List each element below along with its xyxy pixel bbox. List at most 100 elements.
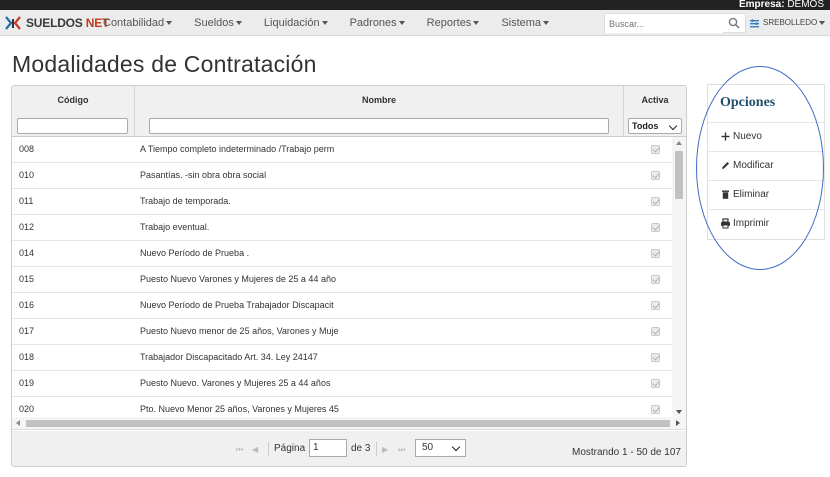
active-checkbox: [651, 197, 660, 206]
cell-name: A Tiempo completo indeterminado /Trabajo…: [140, 144, 335, 154]
scroll-right-icon[interactable]: [676, 420, 680, 426]
grid-body: 008 A Tiempo completo indeterminado /Trab…: [12, 137, 672, 417]
menu-sistema[interactable]: Sistema: [490, 10, 560, 36]
menu-label: Reportes: [426, 17, 472, 29]
filter-active-select[interactable]: Todos: [628, 118, 682, 134]
cell-name: Nuevo Período de Prueba .: [140, 248, 250, 258]
next-page-icon[interactable]: ▶: [382, 445, 388, 454]
navbar: SUELDOS NET Contabilidad Sueldos Liquida…: [0, 10, 830, 36]
company-name: DEMOS: [787, 0, 824, 10]
cell-code: 010: [19, 170, 35, 180]
first-page-icon[interactable]: ⏮: [236, 445, 243, 455]
active-checkbox: [651, 171, 660, 180]
table-row[interactable]: 012 Trabajo eventual.: [12, 215, 672, 241]
cell-code: 015: [19, 274, 35, 284]
caret-down-icon: [166, 21, 173, 26]
company-bar: Empresa: DEMOS: [0, 0, 830, 10]
table-row[interactable]: 010 Pasantías. -sin obra obra social: [12, 163, 672, 189]
record-count: Mostrando 1 - 50 de 107: [572, 447, 681, 458]
table-row[interactable]: 020 Pto. Nuevo Menor 25 años, Varones y M…: [12, 397, 672, 417]
user-name: SREBOLLEDO: [763, 18, 818, 27]
option-edit-button[interactable]: Modificar: [708, 151, 824, 180]
prev-page-icon[interactable]: ◀: [252, 445, 258, 454]
cell-name: Nuevo Período de Prueba Trabajador Disca…: [140, 300, 334, 310]
vertical-scroll-thumb[interactable]: [675, 151, 683, 199]
table-row[interactable]: 016 Nuevo Período de Prueba Trabajador Di…: [12, 293, 672, 319]
cell-name: Trabajo de temporada.: [140, 196, 231, 206]
page-title: Modalidades de Contratación: [12, 51, 317, 77]
active-checkbox: [651, 145, 660, 154]
active-checkbox: [651, 301, 660, 310]
option-new-button[interactable]: Nuevo: [708, 122, 824, 151]
cell-name: Pasantías. -sin obra obra social: [140, 170, 267, 180]
cell-code: 019: [19, 378, 35, 388]
column-label: Código: [57, 95, 89, 105]
table-row[interactable]: 014 Nuevo Período de Prueba .: [12, 241, 672, 267]
search-icon[interactable]: [728, 17, 740, 29]
active-checkbox: [651, 353, 660, 362]
column-label: Activa: [641, 95, 669, 105]
caret-down-icon: [321, 21, 328, 26]
printer-icon: [721, 218, 730, 229]
active-checkbox: [651, 405, 660, 414]
table-row[interactable]: 015 Puesto Nuevo Varones y Mujeres de 25 …: [12, 267, 672, 293]
caret-down-icon: [473, 21, 480, 26]
active-checkbox: [651, 379, 660, 388]
cell-name: Trabajador Discapacitado Art. 34. Ley 24…: [140, 352, 318, 362]
menu-padrones[interactable]: Padrones: [339, 10, 416, 36]
table-row[interactable]: 018 Trabajador Discapacitado Art. 34. Ley…: [12, 345, 672, 371]
vertical-scrollbar[interactable]: [672, 137, 686, 417]
cell-code: 011: [19, 196, 34, 206]
user-menu[interactable]: SREBOLLEDO: [749, 10, 826, 36]
active-checkbox: [651, 275, 660, 284]
caret-down-icon: [819, 21, 826, 25]
menu-label: Sueldos: [194, 17, 234, 29]
cell-name: Trabajo eventual.: [140, 222, 210, 232]
company-label: Empresa:: [738, 0, 785, 10]
last-page-icon[interactable]: ⏭: [398, 445, 405, 455]
option-print-button[interactable]: Imprimir: [708, 209, 824, 238]
menu-sueldos[interactable]: Sueldos: [183, 10, 253, 36]
search-box: [604, 13, 746, 33]
page-count: de 3: [351, 443, 371, 454]
cell-code: 016: [19, 300, 35, 310]
column-label: Nombre: [361, 95, 396, 105]
table-row[interactable]: 011 Trabajo de temporada.: [12, 189, 672, 215]
page-size-value: 50: [422, 442, 434, 453]
caret-down-icon: [235, 21, 242, 26]
menu-reportes[interactable]: Reportes: [416, 10, 491, 36]
user-settings-icon: [750, 18, 759, 27]
table-row[interactable]: 019 Puesto Nuevo. Varones y Mujeres 25 a …: [12, 371, 672, 397]
scroll-down-icon[interactable]: [676, 410, 682, 414]
search-input[interactable]: [605, 15, 723, 33]
main-menu: Contabilidad Sueldos Liquidación Padrone…: [92, 10, 560, 36]
options-panel: Opciones Nuevo Modificar Eliminar Imprim…: [707, 84, 825, 240]
scroll-left-icon[interactable]: [16, 420, 20, 426]
horizontal-scrollbar[interactable]: [12, 417, 686, 430]
active-checkbox: [651, 249, 660, 258]
cell-name: Puesto Nuevo Varones y Mujeres de 25 a 4…: [140, 274, 336, 284]
menu-label: Contabilidad: [103, 17, 165, 29]
menu-label: Liquidación: [263, 17, 320, 29]
table-row[interactable]: 008 A Tiempo completo indeterminado /Trab…: [12, 137, 672, 163]
table-row[interactable]: 017 Puesto Nuevo menor de 25 años, Varone…: [12, 319, 672, 345]
grid-header: Código Nombre Activa Todos: [12, 86, 686, 137]
menu-contabilidad[interactable]: Contabilidad: [92, 10, 183, 36]
page-number-input[interactable]: 1: [309, 439, 347, 457]
scroll-up-icon[interactable]: [676, 141, 682, 145]
cell-code: 020: [19, 404, 35, 414]
filter-code-input[interactable]: [17, 118, 128, 134]
page-label: Página: [274, 443, 306, 454]
filter-name-input[interactable]: [149, 118, 609, 134]
cell-name: Puesto Nuevo menor de 25 años, Varones y…: [140, 326, 339, 336]
active-checkbox: [651, 223, 660, 232]
horizontal-scroll-thumb[interactable]: [26, 420, 670, 427]
menu-liquidacion[interactable]: Liquidación: [253, 10, 339, 36]
option-delete-button[interactable]: Eliminar: [708, 180, 824, 209]
menu-label: Padrones: [349, 17, 397, 29]
contract-types-grid: Código Nombre Activa Todos 008 A Tiempo c…: [11, 85, 687, 467]
plus-icon: [721, 132, 730, 141]
page-size-select[interactable]: 50: [415, 439, 466, 457]
caret-down-icon: [398, 21, 405, 26]
active-checkbox: [651, 327, 660, 336]
